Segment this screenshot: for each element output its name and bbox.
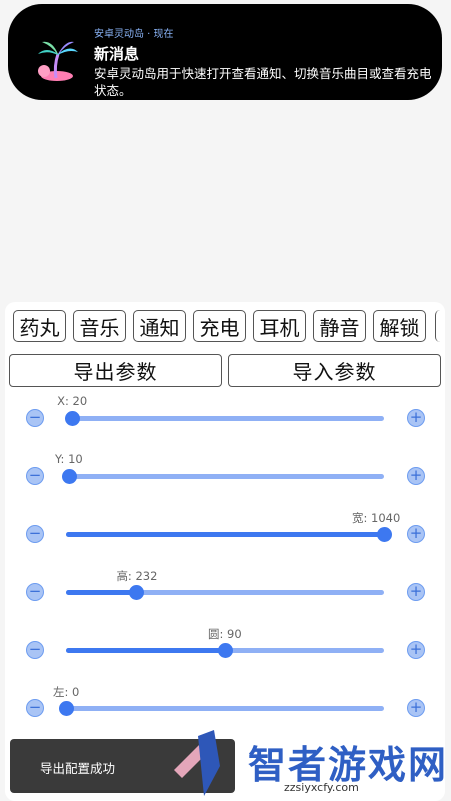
slider-fill-height <box>66 590 137 595</box>
decrement-y-button[interactable]: − <box>26 467 44 485</box>
tab-notification[interactable]: 通知 <box>133 310 186 342</box>
notification-title: 新消息 <box>94 45 140 63</box>
slider-label-y: Y: 10 <box>55 452 83 466</box>
slider-thumb-width[interactable] <box>376 527 392 542</box>
toast-message: 导出配置成功 <box>40 761 116 776</box>
slider-row-left: − + 左: 0 <box>0 685 451 729</box>
export-params-button[interactable]: 导出参数 <box>9 354 222 387</box>
slider-track-left[interactable] <box>66 706 384 711</box>
notification-meta: 安卓灵动岛 · 现在 <box>94 29 174 40</box>
slider-track-height[interactable] <box>66 590 384 595</box>
slider-thumb-y[interactable] <box>61 469 77 484</box>
slider-label-left: 左: 0 <box>53 685 80 699</box>
import-params-button[interactable]: 导入参数 <box>228 354 441 387</box>
slider-fill-radius <box>66 648 225 653</box>
increment-width-button[interactable]: + <box>407 525 425 543</box>
mode-tab-overflow-edge <box>435 310 446 342</box>
palm-tree-icon <box>38 41 78 81</box>
slider-track-width[interactable] <box>66 532 384 537</box>
slider-thumb-left[interactable] <box>58 701 74 716</box>
decrement-left-button[interactable]: − <box>26 699 44 717</box>
slider-row-y: − + Y: 10 <box>0 452 451 497</box>
decrement-width-button[interactable]: − <box>26 525 44 543</box>
tab-unlock[interactable]: 解锁 <box>373 310 426 342</box>
decrement-x-button[interactable]: − <box>26 409 44 427</box>
slider-thumb-radius[interactable] <box>217 643 233 658</box>
slider-row-radius: − + 圆: 90 <box>0 627 451 671</box>
increment-y-button[interactable]: + <box>407 467 425 485</box>
slider-row-x: − + X: 20 <box>0 394 451 439</box>
slider-row-height: − + 高: 232 <box>0 569 451 613</box>
slider-label-width: 宽: 1040 <box>352 511 401 525</box>
increment-height-button[interactable]: + <box>407 583 425 601</box>
tab-music[interactable]: 音乐 <box>73 310 126 342</box>
notification-island[interactable]: 安卓灵动岛 · 现在 新消息 安卓灵动岛用于快速打开查看通知、切换音乐曲目或查看… <box>8 4 442 100</box>
slider-label-radius: 圆: 90 <box>208 627 242 641</box>
slider-label-height: 高: 232 <box>116 569 158 583</box>
tab-charging[interactable]: 充电 <box>193 310 246 342</box>
slider-label-x: X: 20 <box>57 394 88 408</box>
tab-pill[interactable]: 药丸 <box>13 310 66 342</box>
slider-track-x[interactable] <box>66 416 384 421</box>
watermark-url: zzsiyxcfy.com <box>284 781 359 794</box>
increment-radius-button[interactable]: + <box>407 641 425 659</box>
toast: 导出配置成功 <box>10 739 235 793</box>
increment-x-button[interactable]: + <box>407 409 425 427</box>
increment-left-button[interactable]: + <box>407 699 425 717</box>
decrement-radius-button[interactable]: − <box>26 641 44 659</box>
notification-body: 安卓灵动岛用于快速打开查看通知、切换音乐曲目或查看充电状态。 <box>94 66 432 98</box>
slider-thumb-x[interactable] <box>64 411 80 426</box>
slider-row-width: − + 宽: 1040 <box>0 511 451 555</box>
tab-mute[interactable]: 静音 <box>313 310 366 342</box>
slider-thumb-height[interactable] <box>129 585 145 600</box>
slider-track-y[interactable] <box>66 474 384 479</box>
decrement-height-button[interactable]: − <box>26 583 44 601</box>
tab-earphone[interactable]: 耳机 <box>253 310 306 342</box>
slider-fill-width <box>66 532 384 537</box>
